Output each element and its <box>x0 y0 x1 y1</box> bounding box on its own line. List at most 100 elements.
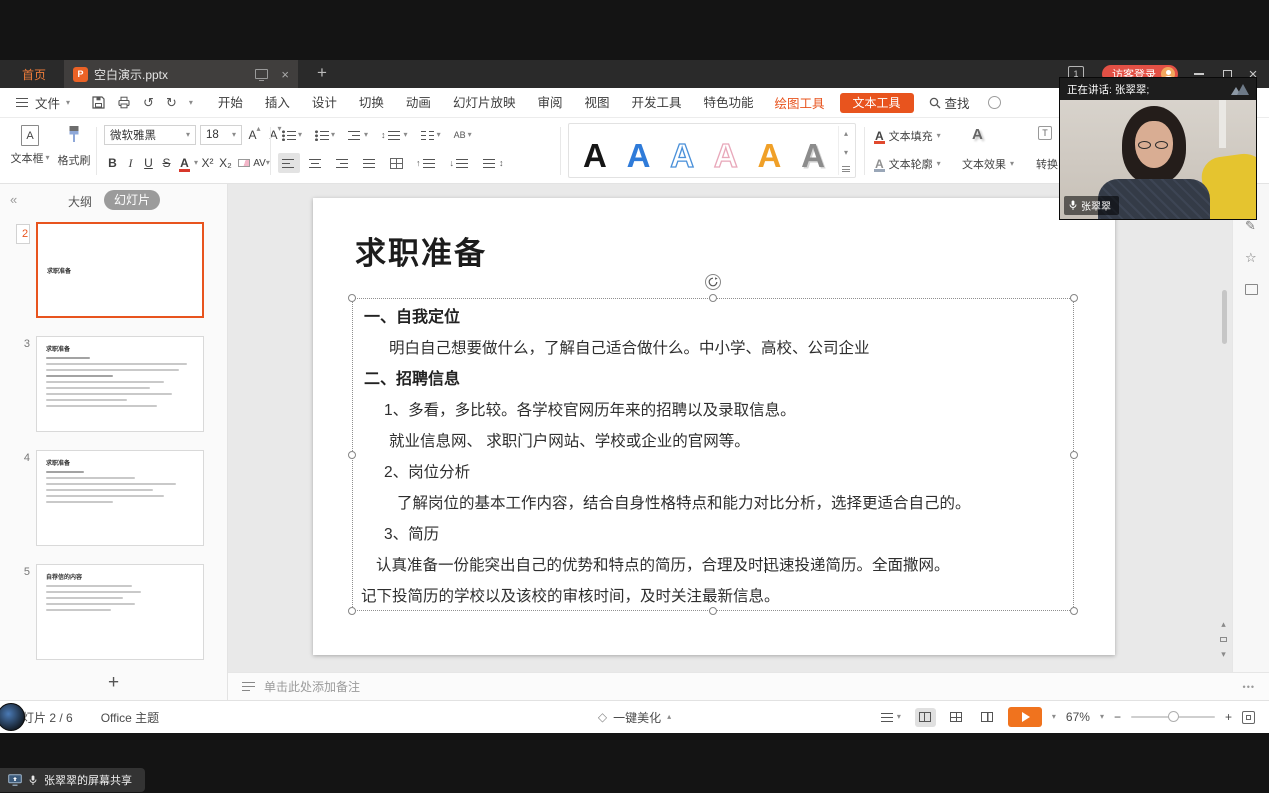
slide-canvas[interactable]: 求职准备 一、自我定位 明白自己想要做什么，了解自己适合做什么 <box>228 184 1232 672</box>
slide-thumbnail-3[interactable]: 求职准备 <box>36 336 204 432</box>
chevron-down-icon[interactable]: ▾ <box>1100 713 1104 721</box>
favorites-star-icon[interactable]: ☆ <box>1245 250 1257 266</box>
columns-button[interactable]: ▾ <box>417 125 445 145</box>
align-right-button[interactable] <box>332 153 354 173</box>
slideshow-play-button[interactable] <box>1008 707 1042 727</box>
distribute-button[interactable] <box>386 153 407 173</box>
text-direction-button[interactable]: AB▾ <box>450 125 476 145</box>
gallery-up-icon[interactable]: ▴ <box>844 129 848 138</box>
tab-document[interactable]: P 空白演示.pptx × <box>64 60 298 88</box>
fit-to-window-icon[interactable] <box>1242 711 1255 724</box>
zoom-slider[interactable] <box>1131 716 1215 718</box>
ribbon-tab-start[interactable]: 开始 <box>207 88 254 118</box>
wordart-style-4[interactable]: A <box>714 139 738 172</box>
find-button[interactable]: 查找 <box>929 93 970 112</box>
wordart-style-5[interactable]: A <box>758 139 782 172</box>
zoom-out-button[interactable]: − <box>1114 710 1121 724</box>
slide-thumbnail-5[interactable]: 自荐信的内容 <box>36 564 204 660</box>
ribbon-tab-text-tools[interactable]: 文本工具 <box>840 93 914 113</box>
slide-sorter-view-button[interactable] <box>946 708 967 727</box>
frame-panel-icon[interactable] <box>1245 284 1258 295</box>
ribbon-tab-insert[interactable]: 插入 <box>254 88 301 118</box>
bold-button[interactable]: B <box>104 153 121 173</box>
ribbon-tab-design[interactable]: 设计 <box>301 88 348 118</box>
format-painter-button[interactable]: 格式刷 <box>52 125 96 168</box>
notes-toggle-button[interactable]: ▾ <box>877 707 905 727</box>
gallery-down-icon[interactable]: ▾ <box>844 148 848 157</box>
tab-outline[interactable]: 大纲 <box>68 193 92 210</box>
text-effects-button[interactable]: 文本效果 ▾ <box>962 156 1014 172</box>
redo-icon[interactable]: ↻ <box>166 96 177 109</box>
notes-placeholder[interactable]: 单击此处添加备注 <box>264 678 360 695</box>
font-name-select[interactable]: 微软雅黑 ▾ <box>104 125 196 145</box>
more-options-icon[interactable]: ••• <box>1243 682 1255 692</box>
text-fill-button[interactable]: A 文本填充 ▾ <box>874 128 941 144</box>
rotate-handle[interactable] <box>705 274 721 290</box>
font-size-select[interactable]: 18 ▾ <box>200 125 242 145</box>
meeting-floating-button[interactable] <box>0 703 25 731</box>
undo-icon[interactable]: ↺ <box>143 96 154 109</box>
subscript-button[interactable]: X₂ <box>217 153 234 173</box>
slide-thumbnail-4[interactable]: 求职准备 <box>36 450 204 546</box>
justify-button[interactable] <box>359 153 381 173</box>
print-icon[interactable] <box>117 96 131 109</box>
strikethrough-button[interactable]: S <box>158 153 175 173</box>
resize-handle-top-left[interactable] <box>348 294 356 302</box>
indent-button[interactable]: ▾ <box>344 125 372 145</box>
ribbon-tab-devtools[interactable]: 开发工具 <box>620 88 692 118</box>
zoom-slider-thumb[interactable] <box>1168 711 1179 722</box>
zoom-in-button[interactable]: + <box>1225 710 1232 724</box>
vertical-scrollbar-thumb[interactable] <box>1222 290 1227 344</box>
resize-handle-top-middle[interactable] <box>709 294 717 302</box>
reading-view-button[interactable] <box>977 708 998 727</box>
edit-pen-icon[interactable]: ✎ <box>1245 218 1256 234</box>
screen-share-badge[interactable]: 张翠翠的屏幕共享 <box>0 768 145 792</box>
ribbon-tab-view[interactable]: 视图 <box>573 88 620 118</box>
grow-font-button[interactable]: A▴ <box>246 125 263 145</box>
content-textbox-selected[interactable]: 一、自我定位 明白自己想要做什么，了解自己适合做什么。中小学、高校、公司企业 二… <box>352 298 1074 611</box>
notes-bar[interactable]: 单击此处添加备注 ••• <box>228 672 1269 700</box>
next-slide-icon[interactable]: ▾ <box>1221 649 1226 660</box>
ribbon-tab-slideshow[interactable]: 幻灯片放映 <box>442 88 527 118</box>
align-left-button[interactable] <box>278 153 300 173</box>
italic-button[interactable]: I <box>122 153 139 173</box>
wordart-style-3[interactable]: A <box>670 139 694 172</box>
char-spacing-button[interactable]: AV▾ <box>253 153 270 173</box>
previous-slide-icon[interactable]: ▴ <box>1221 619 1226 630</box>
webcam-overlay-panel[interactable]: 正在讲话: 张翠翠; 张翠翠 <box>1060 78 1256 219</box>
slide-thumbnail-2[interactable]: 求职准备 <box>36 222 204 318</box>
align-center-button[interactable] <box>305 153 327 173</box>
ribbon-tab-features[interactable]: 特色功能 <box>693 88 765 118</box>
line-spacing-button[interactable]: ↕▾ <box>377 125 412 145</box>
tab-home[interactable]: 首页 <box>6 60 62 88</box>
theme-name[interactable]: Office 主题 <box>101 709 159 726</box>
chevron-down-icon[interactable]: ▾ <box>1052 713 1056 721</box>
text-outline-button[interactable]: A 文本轮廓 ▾ <box>874 156 941 172</box>
file-menu-button[interactable]: 文件 ▾ <box>0 93 80 112</box>
tab-slides[interactable]: 幻灯片 <box>104 190 160 210</box>
ribbon-tab-review[interactable]: 审阅 <box>526 88 573 118</box>
slide-nav-page-icon[interactable] <box>1220 637 1227 642</box>
present-screen-icon[interactable] <box>255 69 268 79</box>
zoom-level[interactable]: 67% <box>1066 710 1090 724</box>
insert-textbox-button[interactable]: 文本框▾ <box>8 125 52 166</box>
collapse-panel-icon[interactable]: « <box>10 192 17 207</box>
chevron-down-icon[interactable]: ▾ <box>194 159 198 167</box>
slide-2[interactable]: 求职准备 一、自我定位 明白自己想要做什么，了解自己适合做什么 <box>313 198 1115 655</box>
ribbon-tab-drawing-tools[interactable]: 绘图工具 <box>765 93 835 112</box>
convert-button[interactable]: 转换 <box>1036 156 1058 172</box>
numbered-list-button[interactable]: ▾ <box>311 125 339 145</box>
chevron-down-icon[interactable]: ▾ <box>189 99 193 107</box>
wordart-style-2[interactable]: A <box>627 139 651 172</box>
new-tab-button[interactable]: + <box>308 60 336 88</box>
space-before-button[interactable]: ↑ <box>412 153 441 173</box>
wordart-style-1[interactable]: A <box>583 139 607 172</box>
gallery-more-icon[interactable] <box>842 166 850 172</box>
paragraph-spacing-button[interactable]: ↕ <box>479 153 508 173</box>
superscript-button[interactable]: X² <box>199 153 216 173</box>
underline-button[interactable]: U <box>140 153 157 173</box>
wordart-gallery[interactable]: A A A A A A ▴ ▾ <box>568 123 856 178</box>
ribbon-tab-transition[interactable]: 切换 <box>348 88 395 118</box>
bullet-list-button[interactable]: ▾ <box>278 125 306 145</box>
close-tab-icon[interactable]: × <box>281 67 289 82</box>
